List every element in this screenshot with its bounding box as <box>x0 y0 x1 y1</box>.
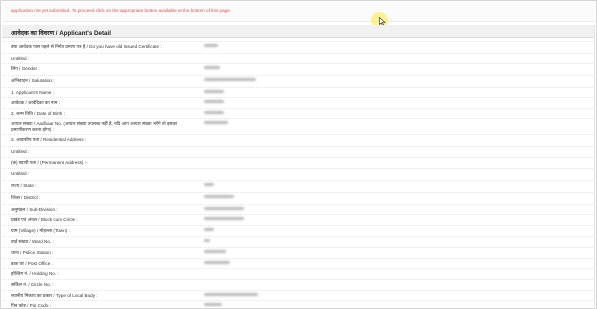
field-label: 2. जन्म तिथि / Date of Birth : <box>11 111 65 116</box>
field-label: आवेदक / आवेदिका का नाम : <box>11 100 60 105</box>
field-row: आधार संख्या / Aadhaar No. (आधार संख्या उ… <box>2 118 595 135</box>
field-label: Untitled : <box>11 56 30 61</box>
field-label: प्रखंड एवं अंचल / Block cum Circle : <box>11 217 78 222</box>
field-value-redacted <box>204 195 234 198</box>
field-value-redacted <box>204 111 224 114</box>
field-label: जिला / District : <box>11 195 41 200</box>
field-value-redacted <box>204 78 256 81</box>
field-label: वार्ड संख्या / Ward No. : <box>11 239 54 244</box>
field-value-redacted <box>204 239 210 242</box>
alert-message: application not yet submitted. To procee… <box>11 8 232 13</box>
field-label: लिंग / Gender : <box>11 66 40 71</box>
field-value-redacted <box>204 293 258 296</box>
field-value-redacted <box>204 90 224 93</box>
alert-banner: application not yet submitted. To procee… <box>2 2 595 22</box>
section-title: आवेदक का विवरण / Applicant's Detail <box>11 30 111 37</box>
field-value-redacted <box>204 250 226 253</box>
field-value-redacted <box>204 121 228 124</box>
field-label: स्थानीय निकाय का प्रकार / Type of Local … <box>11 293 98 298</box>
field-label: होल्डिंग नं. / Holding No. : <box>11 271 59 276</box>
field-label: (क) स्थायी पता / (Permanent Address) :- <box>11 160 88 165</box>
field-label: क्या आवेदक पास पहले से निर्गत प्रमाण पत्… <box>11 44 162 49</box>
field-label: ग्राम (Village) / मोहल्ला (Town) : <box>11 228 70 233</box>
field-label: अनुमंडल / Sub-Division : <box>11 207 58 212</box>
field-label: आधार संख्या / Aadhaar No. (आधार संख्या उ… <box>11 121 178 132</box>
field-label: थाना / Police Station : <box>11 250 54 255</box>
field-value-redacted <box>204 217 244 220</box>
field-value-redacted <box>204 228 214 231</box>
field-label: डाक घर / Post Office : <box>11 261 53 266</box>
field-value-redacted <box>204 44 218 47</box>
field-value-redacted <box>204 303 222 306</box>
field-label: पिन कोड / Pin Code : <box>11 303 52 308</box>
field-value-redacted <box>204 183 214 186</box>
field-value-redacted <box>204 66 220 69</box>
field-label: सर्किल नं. / Circle No. : <box>11 282 54 287</box>
field-value-redacted <box>204 100 224 103</box>
field-label: 1. Applicant's Name : <box>11 90 55 95</box>
field-label: 3. आवासीय पता / Residential Address : <box>11 137 87 142</box>
field-label: अभिवादन / Salutation : <box>11 78 55 83</box>
field-label: Untitled : <box>11 149 30 154</box>
field-row: पिन कोड / Pin Code : <box>2 300 595 309</box>
field-value-redacted <box>204 261 230 264</box>
field-label: Untitled : <box>11 171 30 176</box>
section-header: आवेदक का विवरण / Applicant's Detail <box>2 25 595 38</box>
field-label: राज्य / State : <box>11 183 37 188</box>
field-value-redacted <box>204 207 244 210</box>
